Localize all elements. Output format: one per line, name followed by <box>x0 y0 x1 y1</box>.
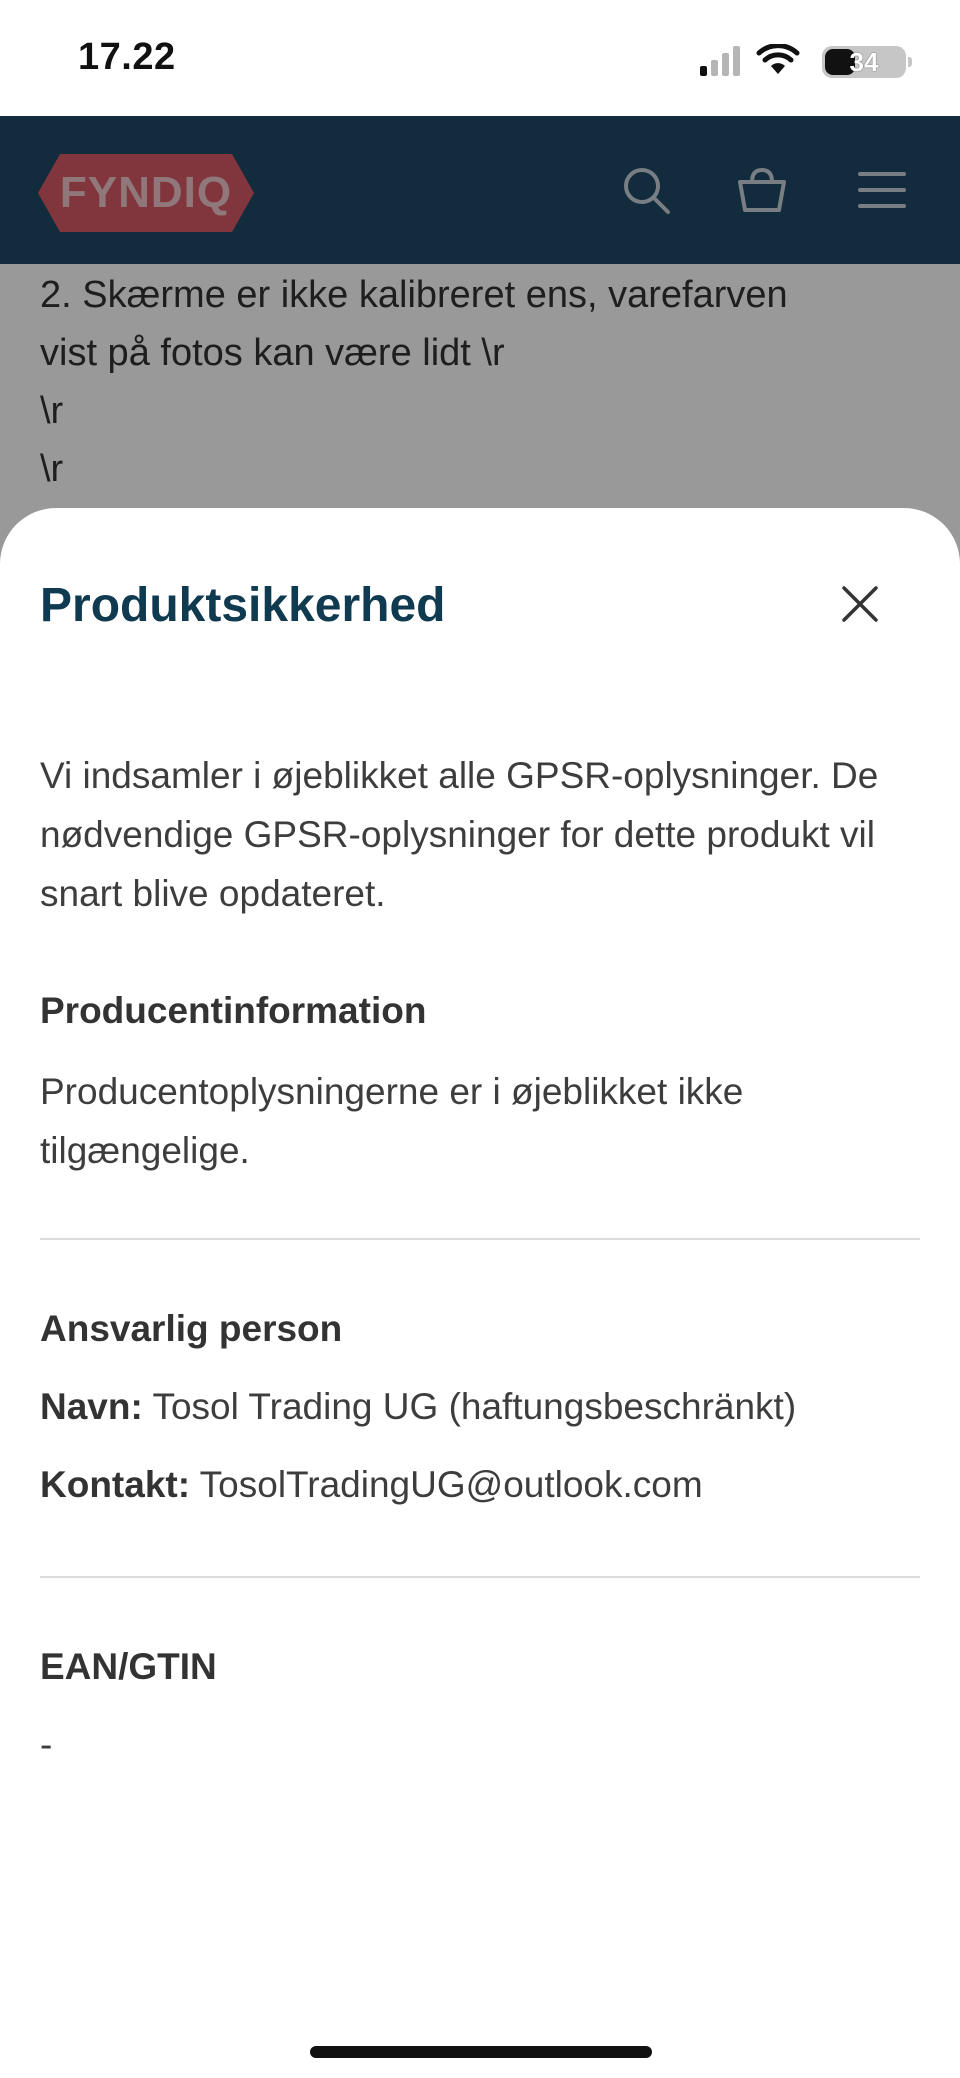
close-icon[interactable] <box>836 580 884 628</box>
ean-heading: EAN/GTIN <box>40 1646 217 1687</box>
manufacturer-text: Producentoplysningerne er i øjeblikket i… <box>40 1071 744 1171</box>
status-time: 17.22 <box>78 36 176 78</box>
divider <box>40 1576 920 1578</box>
sheet-title: Produktsikkerhed <box>40 579 446 632</box>
battery-icon: 34 <box>822 46 912 78</box>
product-safety-sheet: Produktsikkerhed Vi indsamler i øjeblikk… <box>0 508 960 2078</box>
manufacturer-heading: Producentinformation <box>40 990 427 1031</box>
contact-value[interactable]: TosolTradingUG@outlook.com <box>200 1464 703 1505</box>
name-label: Navn: <box>40 1386 143 1427</box>
status-icons: 34 <box>654 44 914 78</box>
responsible-person-contact: Kontakt: TosolTradingUG@outlook.com <box>40 1464 703 1506</box>
divider <box>40 1238 920 1240</box>
contact-label: Kontakt: <box>40 1464 191 1505</box>
ean-value: - <box>40 1724 53 1765</box>
name-value: Tosol Trading UG (haftungsbeschränkt) <box>152 1386 797 1427</box>
gpsr-intro-text: Vi indsamler i øjeblikket alle GPSR-oply… <box>40 755 879 914</box>
status-bar: 17.22 34 <box>0 0 960 116</box>
home-indicator[interactable] <box>310 2046 652 2058</box>
wifi-icon <box>756 44 800 74</box>
battery-level: 34 <box>849 47 879 77</box>
responsible-person-heading: Ansvarlig person <box>40 1308 343 1349</box>
cellular-signal-icon <box>700 46 740 76</box>
responsible-person-name: Navn: Tosol Trading UG (haftungsbeschrän… <box>40 1386 796 1428</box>
